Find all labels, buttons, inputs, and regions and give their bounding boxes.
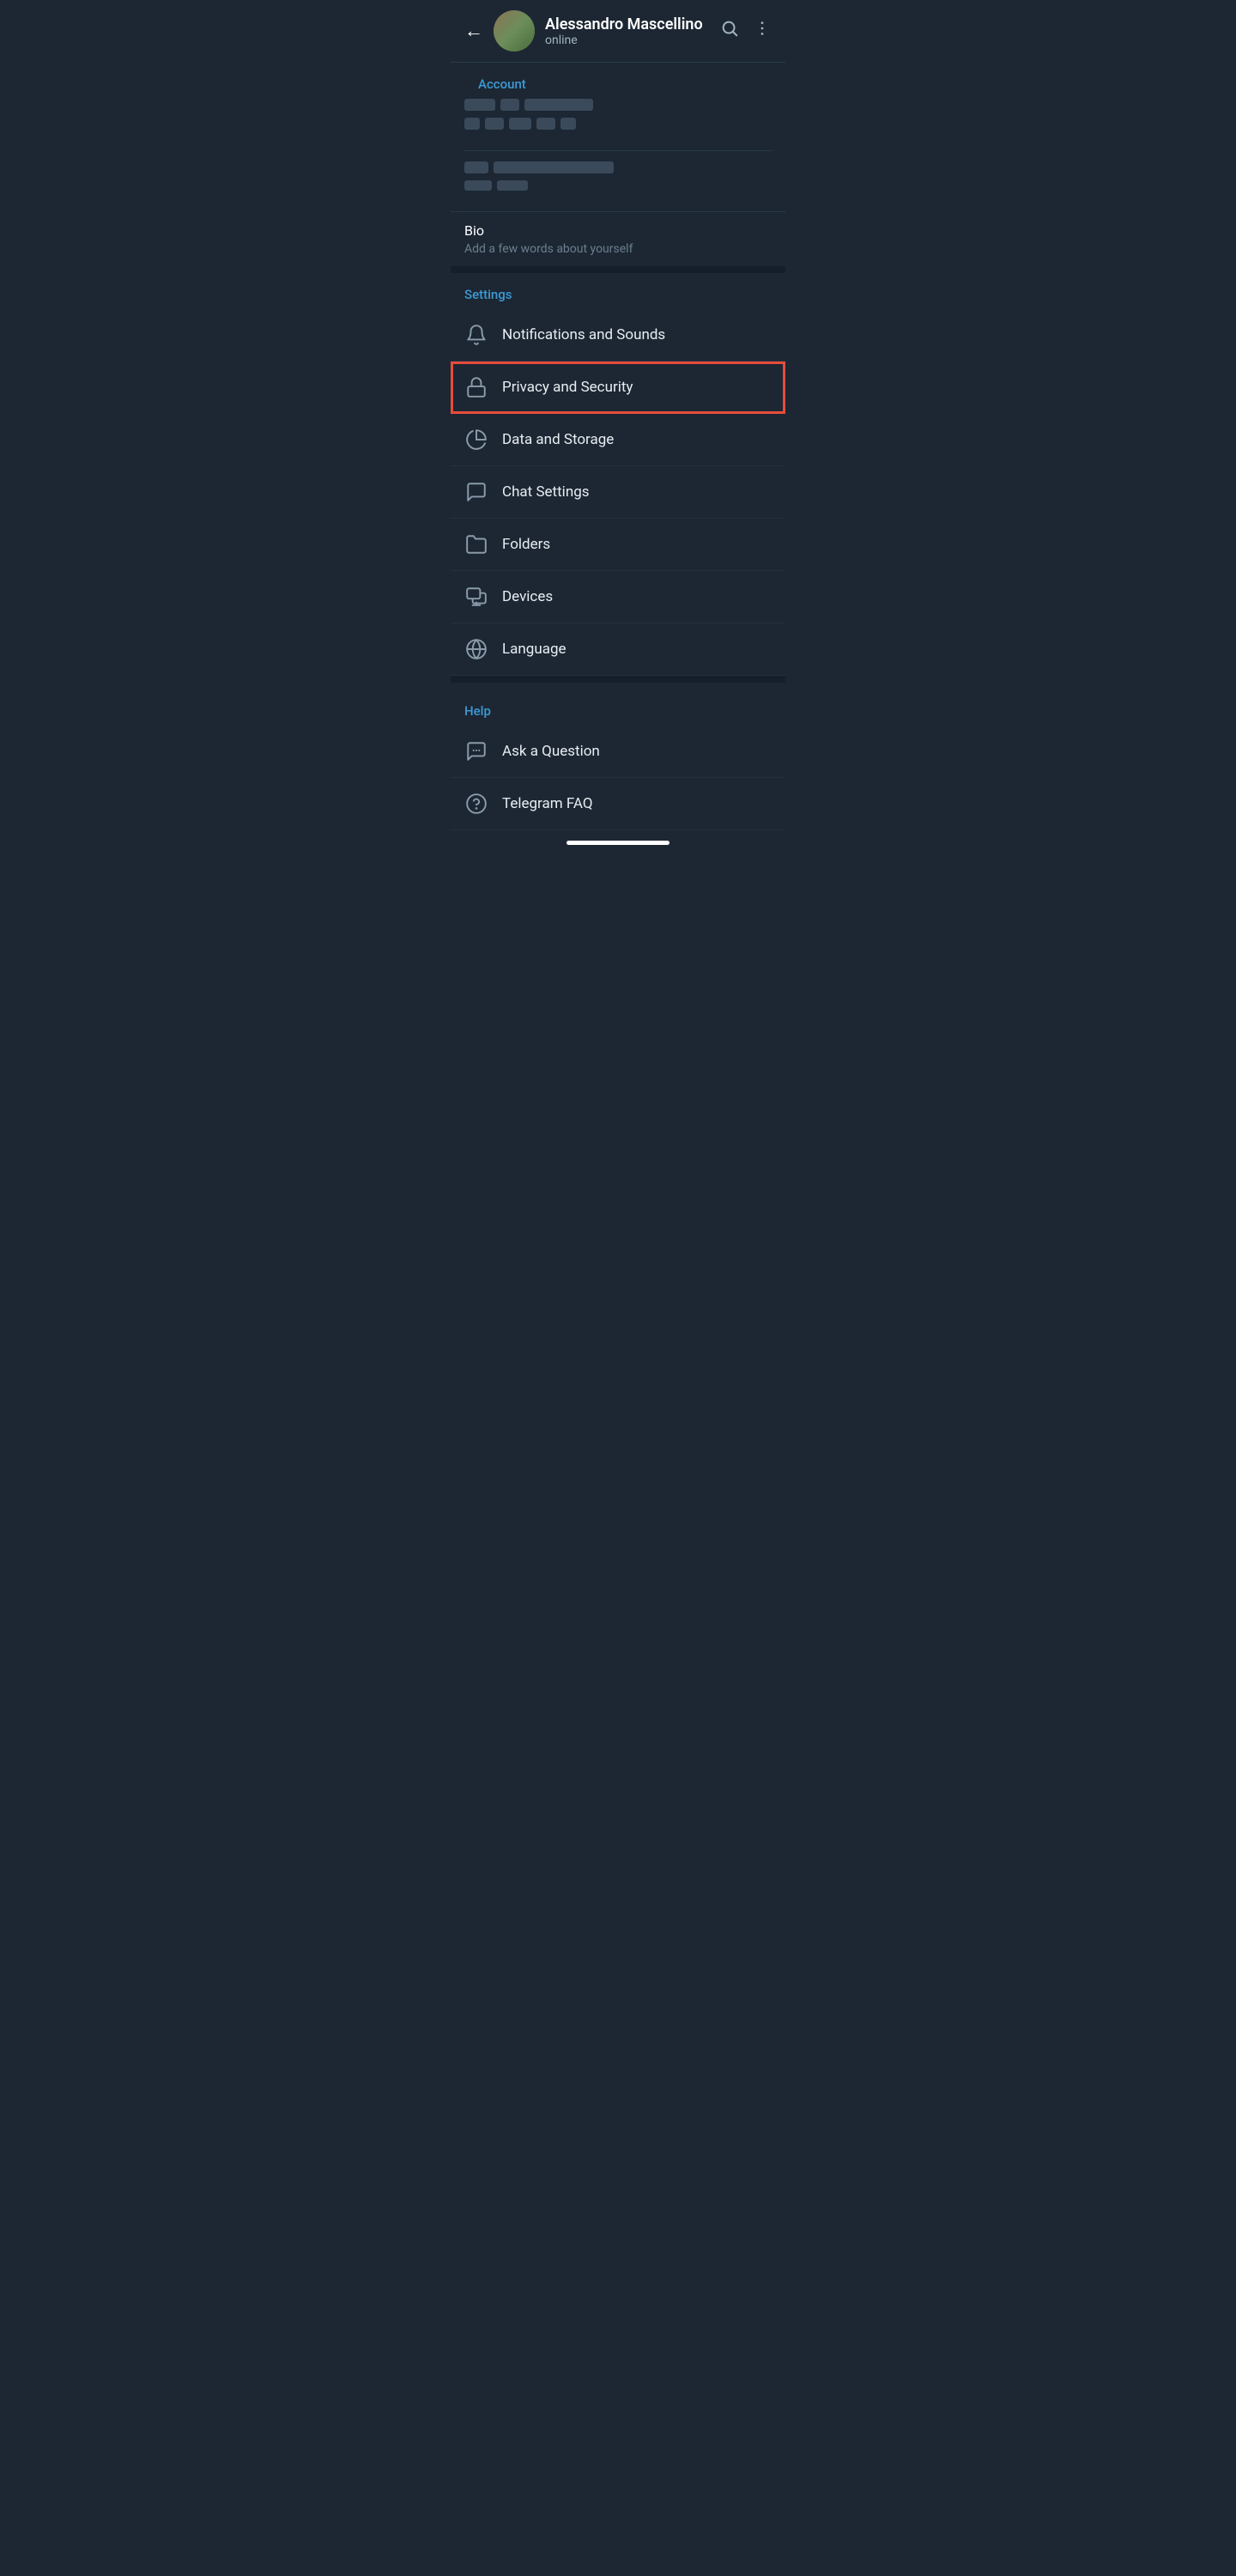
redacted-block — [500, 99, 519, 111]
redacted-block — [497, 180, 528, 191]
home-indicator — [566, 841, 670, 845]
settings-section: Settings Notifications and Sounds Privac… — [451, 273, 785, 676]
bottom-bar — [451, 830, 785, 852]
account-section-label: Account — [464, 63, 772, 99]
avatar[interactable] — [494, 10, 535, 52]
header-info: Alessandro Mascellino online — [545, 15, 710, 47]
header-actions — [720, 19, 772, 43]
faq-label: Telegram FAQ — [502, 795, 593, 812]
menu-item-chat[interactable]: Chat Settings — [451, 466, 785, 519]
search-icon[interactable] — [720, 19, 739, 43]
help-section: Help Ask a Question Telegram FAQ — [451, 690, 785, 830]
bio-subtitle: Add a few words about yourself — [464, 242, 772, 256]
help-section-divider — [451, 676, 785, 683]
menu-item-ask[interactable]: Ask a Question — [451, 726, 785, 778]
privacy-label: Privacy and Security — [502, 379, 633, 396]
bio-title: Bio — [464, 222, 772, 239]
notifications-label: Notifications and Sounds — [502, 326, 665, 343]
back-button[interactable]: ← — [464, 20, 483, 42]
account-section: Account — [451, 63, 785, 150]
devices-label: Devices — [502, 588, 553, 605]
redacted-block — [485, 118, 504, 130]
settings-section-label: Settings — [451, 273, 785, 309]
profile-status: online — [545, 33, 710, 47]
account-info-row-3 — [464, 161, 772, 173]
chat-icon — [464, 480, 488, 504]
bell-icon — [464, 323, 488, 347]
menu-item-data[interactable]: Data and Storage — [451, 414, 785, 466]
redacted-block — [464, 161, 488, 173]
more-icon[interactable] — [753, 19, 772, 43]
help-section-label: Help — [451, 690, 785, 726]
redacted-block — [536, 118, 555, 130]
bio-section[interactable]: Bio Add a few words about yourself — [451, 211, 785, 266]
redacted-block — [464, 180, 492, 191]
data-label: Data and Storage — [502, 431, 614, 448]
redacted-block — [560, 118, 576, 130]
menu-item-folders[interactable]: Folders — [451, 519, 785, 571]
question-circle-icon — [464, 792, 488, 816]
menu-item-devices[interactable]: Devices — [451, 571, 785, 623]
redacted-block — [494, 161, 614, 173]
devices-icon — [464, 585, 488, 609]
menu-item-notifications[interactable]: Notifications and Sounds — [451, 309, 785, 361]
menu-item-privacy[interactable]: Privacy and Security — [451, 361, 785, 414]
header: ← Alessandro Mascellino online — [451, 0, 785, 63]
folder-icon — [464, 532, 488, 556]
chat-dots-icon — [464, 739, 488, 763]
profile-name: Alessandro Mascellino — [545, 15, 710, 33]
language-label: Language — [502, 641, 566, 658]
ask-label: Ask a Question — [502, 743, 600, 760]
account-info-row-4 — [464, 180, 772, 191]
globe-icon — [464, 637, 488, 661]
lock-icon — [464, 375, 488, 399]
redacted-block — [464, 99, 495, 111]
chat-label: Chat Settings — [502, 483, 590, 501]
section-divider — [451, 266, 785, 273]
account-info-row-1 — [464, 99, 772, 111]
redacted-block — [464, 118, 480, 130]
menu-item-faq[interactable]: Telegram FAQ — [451, 778, 785, 830]
pie-chart-icon — [464, 428, 488, 452]
account-info-row-2 — [464, 118, 772, 130]
redacted-block — [524, 99, 593, 111]
folders-label: Folders — [502, 536, 550, 553]
account-info-2 — [451, 151, 785, 211]
menu-item-language[interactable]: Language — [451, 623, 785, 676]
redacted-block — [509, 118, 531, 130]
